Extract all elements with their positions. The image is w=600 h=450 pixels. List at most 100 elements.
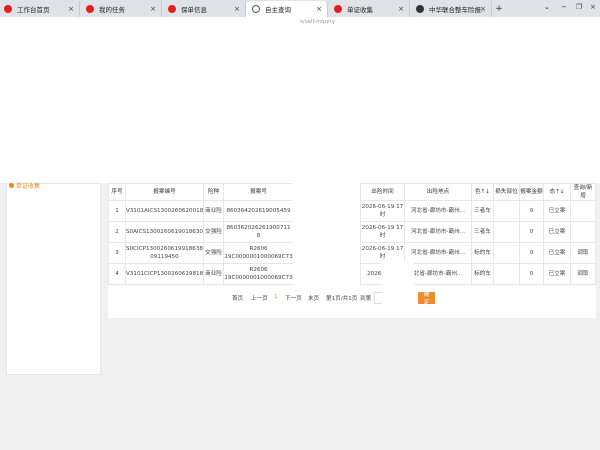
tab-my-tasks[interactable]: 我的任务 × (80, 1, 162, 17)
col-header-amount: 报案金额 (519, 183, 544, 201)
dark-logo-icon (416, 5, 424, 13)
cell-insurance-type: 交强险 (203, 221, 224, 243)
cell-loss-category: 标的车 (471, 263, 494, 285)
app-logo-icon (168, 5, 176, 13)
cell-time: 2026-06-19 17时 (360, 221, 405, 243)
app-logo-icon (334, 5, 342, 13)
minimize-button[interactable]: − (561, 3, 567, 11)
cell-status: 已立案 (543, 263, 571, 285)
cell-insurance-type: 商业险 (203, 200, 224, 222)
cell-insurance-type: 商业险 (203, 263, 224, 285)
close-icon[interactable]: × (150, 5, 156, 13)
col-header-report-id: 报案编号 (125, 183, 204, 201)
tab-policy-info[interactable]: 保单信息 × (162, 1, 246, 17)
col-header-index: 序号 (108, 183, 126, 201)
cell-index: 4 (108, 263, 126, 285)
col-header-status[interactable]: 态↑↓ (543, 183, 571, 201)
sidebar: 单证收集 (6, 183, 101, 375)
cell-report-id: S0CICP1300260619918638 09119450 (125, 242, 204, 264)
tab-claim-report[interactable]: 中华联合整车险报... × (410, 1, 492, 17)
cell-index: 2 (108, 221, 126, 243)
page-blank-region (0, 29, 600, 183)
cell-index: 1 (108, 200, 126, 222)
close-icon[interactable]: × (68, 5, 74, 13)
pagination: 首页 上一页 1 下一页 末页 第1页/共1页 到第 确定 (0, 292, 600, 306)
cell-claim-no: R2606 19C0000001000069C73 (223, 242, 294, 264)
col-header-insurance-type: 险种 (203, 183, 224, 201)
cell-loss-category: 标的车 (471, 242, 494, 264)
document-icon (9, 183, 14, 188)
cell-time: 2026-06-19 17时 (360, 200, 405, 222)
restore-button[interactable]: ❐ (576, 3, 582, 11)
close-icon[interactable]: × (398, 5, 404, 13)
tab-label: 我的任务 (99, 6, 125, 14)
cell-location: 河北省-廊坊市-霸州... (404, 221, 472, 243)
tab-label: 工作台首页 (17, 6, 50, 14)
cell-loss-part (493, 263, 520, 285)
close-icon[interactable]: × (316, 5, 322, 13)
next-page-link[interactable]: 下一页 (285, 294, 302, 302)
cell-loss-part (493, 221, 520, 243)
cell-claim-no: R2606 19C0000001000069C73 (223, 263, 294, 285)
col-header-time: 出险时间 (360, 183, 405, 201)
address-url: s/self-inquiry (300, 19, 336, 25)
new-tab-button[interactable]: + (492, 1, 506, 17)
cell-location: 河北省-廊坊市-霸州... (404, 242, 472, 264)
cell-location: 河北省-廊坊市-霸州... (404, 200, 472, 222)
current-page[interactable]: 1 (274, 294, 278, 300)
cell-location: 北省-廊坊市-霸州... (404, 263, 472, 285)
col-header-action: 查询/新增 (570, 183, 596, 201)
cell-loss-part (493, 200, 520, 222)
retrieve-link[interactable]: 调取 (570, 242, 596, 264)
cell-status: 已立案 (543, 242, 571, 264)
tab-workbench-home[interactable]: 工作台首页 × (0, 1, 80, 17)
cell-report-id: S0AICS130026061901863024150737 (125, 221, 204, 243)
prev-page-link[interactable]: 上一页 (251, 294, 268, 302)
last-page-link[interactable]: 末页 (308, 294, 319, 302)
app-logo-icon (86, 5, 94, 13)
tab-search-icon[interactable]: ⌄ (544, 3, 550, 11)
cell-amount: 0 (519, 242, 544, 264)
cell-status: 已立案 (543, 200, 571, 222)
close-icon[interactable]: × (234, 5, 240, 13)
first-page-link[interactable]: 首页 (232, 294, 243, 302)
cell-loss-category: 三者车 (471, 221, 494, 243)
cell-action (570, 200, 596, 222)
col-header-claim-no: 报案号 (223, 183, 294, 201)
tab-label: 自主查询 (265, 6, 291, 14)
cell-amount: 0 (519, 221, 544, 243)
cell-amount: 0 (519, 200, 544, 222)
cell-loss-category: 三者车 (471, 200, 494, 222)
cell-index: 3 (108, 242, 126, 264)
cell-claim-no: 860364202619005459 (223, 200, 294, 222)
window-close-button[interactable]: × (590, 3, 596, 11)
cell-amount: 0 (519, 263, 544, 285)
close-icon[interactable]: × (480, 5, 486, 13)
cell-time: 2026-06-19 17时 (360, 242, 405, 264)
confirm-button[interactable]: 确定 (418, 292, 435, 306)
col-header-location: 出险地点 (404, 183, 472, 201)
cell-status: 已立案 (543, 221, 571, 243)
col-header-loss-part: 损失部位 (493, 183, 520, 201)
browser-tab-bar: 工作台首页 × 我的任务 × 保单信息 × 自主查询 × 单证收集 × 中华联合… (0, 0, 600, 17)
tab-label: 中华联合整车险报... (429, 6, 484, 14)
app-logo-icon (4, 5, 12, 13)
cell-loss-part (493, 242, 520, 264)
globe-icon (252, 5, 260, 13)
jump-label: 到第 (360, 296, 372, 302)
sidebar-item-label: 单证收集 (16, 183, 41, 190)
tab-label: 单证收集 (347, 6, 373, 14)
tab-self-inquiry[interactable]: 自主查询 × (246, 1, 328, 17)
page-summary: 第1页/共1页 (326, 296, 358, 302)
retrieve-link[interactable]: 调取 (570, 263, 596, 285)
mask-overlay (382, 262, 414, 314)
tab-label: 保单信息 (181, 6, 207, 14)
cell-action (570, 221, 596, 243)
address-bar[interactable]: s/self-inquiry (0, 17, 600, 29)
cell-claim-no: 860362026261900711 8 (223, 221, 294, 243)
tab-document-collection[interactable]: 单证收集 × (328, 1, 410, 17)
col-header-loss-category[interactable]: 色↑↓ (471, 183, 494, 201)
cell-report-id: V3101CICP130026061981863810658 (125, 263, 204, 285)
cell-report-id: V3101AICS130026062001863024278 (125, 200, 204, 222)
sidebar-item-document-collection[interactable]: 单证收集 (9, 181, 40, 190)
